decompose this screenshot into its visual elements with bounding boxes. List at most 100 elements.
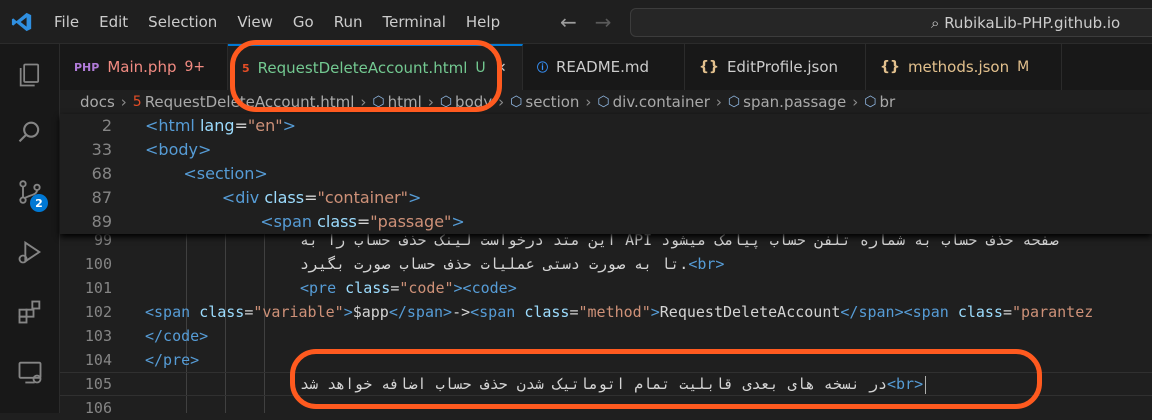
tab[interactable]: {} EditProfile.json	[685, 44, 866, 90]
code-line: 103 </code>	[60, 324, 1152, 348]
activity-bar: 2	[0, 44, 60, 413]
code-line: 101 <pre class="code"><code>	[60, 276, 1152, 300]
code-token: RequestDeleteAccount	[659, 303, 841, 321]
line-number: 100	[84, 255, 112, 273]
code-token: >	[650, 303, 660, 321]
code-token: =	[356, 212, 371, 231]
code-line: 100 .تا به صورت دستی عملیات حذف حساب صورت…	[60, 252, 1152, 276]
scm-badge: 2	[30, 194, 48, 212]
highlight-circle-tab	[230, 40, 502, 112]
editor-tabs: PHP Main.php 9+ 5 RequestDeleteAccount.html U…	[60, 44, 1152, 90]
code-token: "parantez	[1012, 303, 1094, 321]
extensions-icon[interactable]	[0, 284, 60, 340]
line-number: 68	[91, 164, 112, 183]
tab-label: methods.json	[907, 58, 1010, 76]
code-line: 87 <div class="container">	[60, 186, 1152, 210]
menu-item[interactable]: Edit	[89, 0, 138, 44]
line-content: .تا به صورت دستی عملیات حذف حساب صورت بگ…	[300, 252, 724, 276]
sticky-scroll-header[interactable]: 2 <html lang="en"> 33 <body> 68 <section> 87 <d…	[60, 114, 1152, 234]
line-number: 33	[91, 140, 112, 159]
tab[interactable]: {} methods.json M	[866, 44, 1062, 90]
code-token: class	[199, 303, 245, 321]
remote-explorer-icon[interactable]	[0, 344, 60, 400]
menu-item[interactable]: Selection	[138, 0, 227, 44]
code-token: </span><span	[840, 303, 958, 321]
code-token: ->	[452, 303, 471, 321]
tab[interactable]: PHP Main.php 9+	[60, 44, 228, 90]
code-token: class	[957, 303, 1003, 321]
code-token: class	[264, 188, 305, 207]
br-tag: <br>	[688, 255, 725, 273]
line-content: <body>	[145, 138, 211, 162]
breadcrumb-item[interactable]: docs	[80, 93, 115, 111]
breadcrumb-item[interactable]: section	[525, 93, 579, 111]
code-token: </code>	[145, 327, 209, 345]
code-token: =	[390, 279, 400, 297]
code-token: "method"	[578, 303, 651, 321]
code-token: </pre>	[145, 351, 200, 369]
code-token: =	[304, 188, 318, 207]
symbol-icon: ⬡	[510, 94, 523, 110]
tab-label: EditProfile.json	[726, 58, 839, 76]
command-center-label: RubikaLib-PHP.github.io	[944, 14, 1121, 32]
code-token: >	[282, 116, 296, 135]
line-number: 87	[91, 188, 112, 207]
code-token: <body>	[145, 140, 212, 159]
breadcrumb-item[interactable]: span.passage	[743, 93, 846, 111]
symbol-icon: ⬡	[597, 94, 610, 110]
code-token: <span	[260, 212, 318, 231]
back-arrow-icon[interactable]: ←	[560, 10, 577, 34]
code-token: ><code>	[453, 279, 517, 297]
menu-item[interactable]: Terminal	[373, 0, 456, 44]
code-token: "code"	[399, 279, 454, 297]
code-token: <pre	[300, 279, 346, 297]
breadcrumb-item[interactable]: div.container	[613, 93, 710, 111]
code-token: >	[343, 303, 353, 321]
line-content: <span class="variable">$app</span>-><spa…	[145, 300, 1093, 324]
code-token: <html	[145, 116, 200, 135]
chevron-right-icon: ›	[715, 93, 722, 111]
code-token: <div	[221, 188, 265, 207]
code-token: </span>	[388, 303, 453, 321]
code-token: class	[524, 303, 570, 321]
breadcrumb: docs › 5 RequestDeleteAccount.html › ⬡ html › ⬡ b…	[60, 90, 1152, 114]
run-debug-icon[interactable]	[0, 224, 60, 280]
line-content: <section>	[183, 162, 267, 186]
nav-arrows: ← →	[560, 0, 612, 44]
tab-status: 9+	[184, 59, 206, 75]
line-content: <div class="container">	[222, 186, 422, 210]
menu-item[interactable]: Run	[324, 0, 373, 44]
menu-item[interactable]: View	[227, 0, 283, 44]
highlight-circle-line-105	[290, 349, 1042, 409]
html-file-icon: 5	[132, 94, 142, 110]
code-line: 2 <html lang="en">	[60, 114, 1152, 138]
forward-arrow-icon[interactable]: →	[595, 10, 612, 34]
code-token: "passage"	[370, 212, 452, 231]
breadcrumb-item[interactable]: br	[879, 93, 895, 111]
chevron-right-icon: ›	[585, 93, 592, 111]
menu-item[interactable]: Help	[456, 0, 510, 44]
code-token: =	[1002, 303, 1012, 321]
line-number: 105	[84, 375, 112, 393]
code-token: <span	[145, 303, 200, 321]
menu-item[interactable]: File	[44, 0, 89, 44]
menu-item[interactable]: Go	[283, 0, 324, 44]
code-line: 33 <body>	[60, 138, 1152, 162]
explorer-icon[interactable]	[0, 47, 60, 103]
line-content: <pre class="code"><code>	[300, 276, 517, 300]
symbol-icon: ⬡	[864, 94, 877, 110]
line-number: 101	[84, 279, 112, 297]
symbol-icon: ⬡	[727, 94, 741, 110]
tab[interactable]: ⓘ README.md	[523, 44, 685, 90]
vscode-logo-icon[interactable]	[0, 0, 44, 44]
menu-bar: File Edit Selection View Go Run Terminal Help	[44, 0, 510, 44]
line-number: 102	[84, 303, 112, 321]
code-token: "container"	[317, 188, 409, 207]
source-control-icon[interactable]	[0, 164, 60, 220]
command-center[interactable]: ⌕ RubikaLib-PHP.github.io	[630, 8, 1152, 37]
json-file-icon: {}	[880, 59, 900, 75]
rtl-text: .تا به صورت دستی عملیات حذف حساب صورت بگ…	[300, 255, 689, 273]
code-token: =	[569, 303, 579, 321]
search-icon[interactable]	[0, 104, 60, 160]
line-content: <span class="passage">	[260, 210, 465, 234]
